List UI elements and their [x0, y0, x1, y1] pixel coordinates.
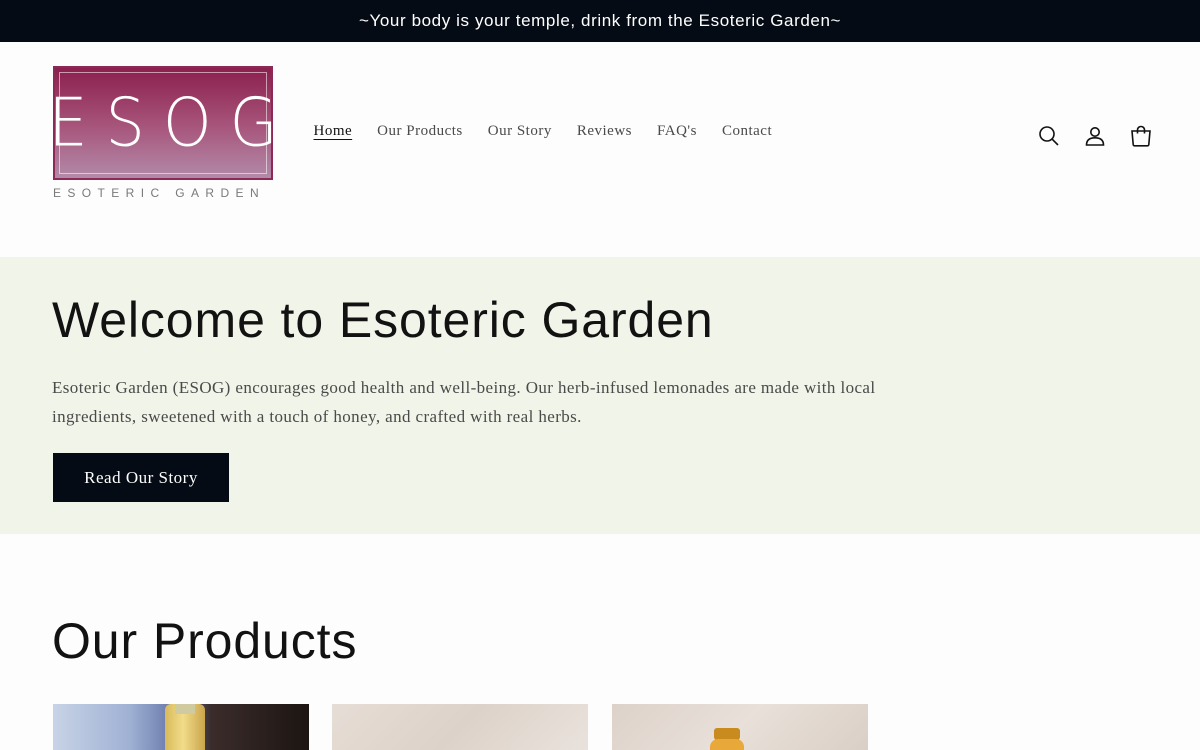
hero-banner: Welcome to Esoteric Garden Esoteric Gard…	[0, 257, 1200, 534]
nav-item-contact[interactable]: Contact	[709, 120, 784, 142]
nav-item-our-story[interactable]: Our Story	[475, 120, 564, 142]
nav-item-home[interactable]: Home	[301, 120, 365, 142]
logo[interactable]: ESOG ESOTERIC GARDEN	[48, 66, 278, 202]
product-image-bottle	[710, 739, 744, 750]
site-header: ESOG ESOTERIC GARDEN Home Our Products O…	[0, 42, 1200, 257]
cart-button[interactable]	[1122, 116, 1160, 156]
logo-mark: ESOG	[48, 83, 296, 162]
search-icon	[1039, 126, 1059, 146]
product-card-2[interactable]	[332, 704, 588, 750]
product-image-cap	[175, 704, 195, 714]
header-icons	[1030, 116, 1160, 156]
hero-title: Welcome to Esoteric Garden	[52, 292, 714, 348]
products-heading: Our Products	[52, 613, 358, 669]
logo-box: ESOG	[48, 66, 278, 180]
main-nav: Home Our Products Our Story Reviews FAQ'…	[301, 120, 785, 142]
nav-item-faqs[interactable]: FAQ's	[645, 120, 710, 142]
logo-subtitle: ESOTERIC GARDEN	[53, 186, 266, 200]
product-card-3[interactable]	[612, 704, 868, 750]
account-button[interactable]	[1076, 116, 1114, 156]
nav-item-reviews[interactable]: Reviews	[564, 120, 644, 142]
nav-item-our-products[interactable]: Our Products	[365, 120, 476, 142]
announcement-text: ~Your body is your temple, drink from th…	[358, 11, 842, 30]
announcement-bar: ~Your body is your temple, drink from th…	[0, 0, 1200, 42]
product-card-1[interactable]	[53, 704, 309, 750]
read-our-story-button[interactable]: Read Our Story	[53, 453, 229, 502]
hero-description: Esoteric Garden (ESOG) encourages good h…	[52, 378, 876, 426]
search-button[interactable]	[1030, 116, 1068, 156]
cart-icon	[1131, 125, 1151, 147]
account-icon	[1085, 127, 1105, 146]
